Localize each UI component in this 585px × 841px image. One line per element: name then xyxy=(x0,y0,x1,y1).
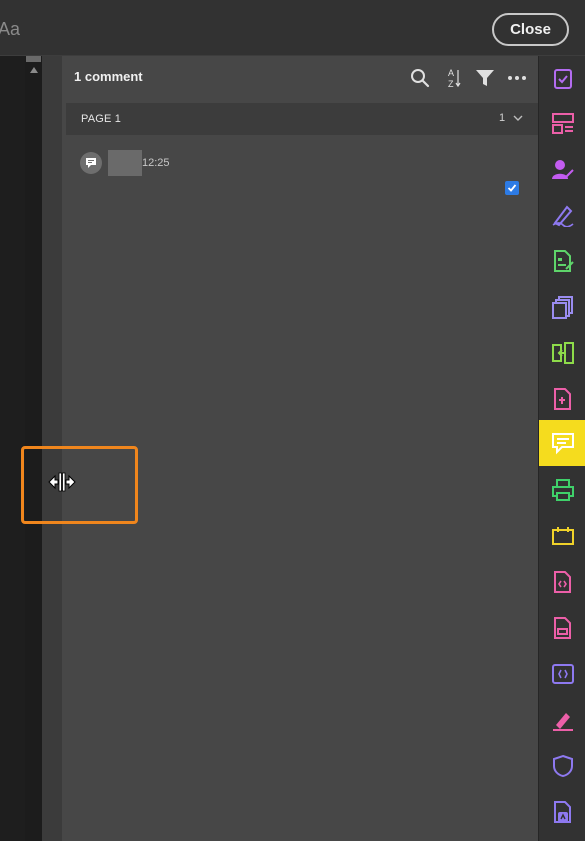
combine-files-icon[interactable] xyxy=(539,284,585,330)
resize-cursor-icon xyxy=(48,472,76,497)
comment-checkbox[interactable] xyxy=(505,181,519,195)
tools-rail xyxy=(538,56,585,841)
export-pdf-icon[interactable] xyxy=(539,559,585,605)
scan-ocr-icon[interactable] xyxy=(539,467,585,513)
more-tools-icon[interactable] xyxy=(539,789,585,835)
chevron-down-icon[interactable] xyxy=(512,111,524,129)
top-toolbar: Aa Close xyxy=(0,0,585,56)
svg-text:Z: Z xyxy=(448,79,454,89)
comment-count-title: 1 comment xyxy=(74,69,143,84)
prepare-form-icon[interactable] xyxy=(539,238,585,284)
edit-pdf-icon[interactable] xyxy=(539,56,585,102)
comment-note-icon xyxy=(80,152,102,174)
comment-author-redacted xyxy=(108,150,142,176)
page-group-label: PAGE 1 xyxy=(81,113,122,125)
page-group-count: 1 xyxy=(499,112,506,124)
compare-files-icon[interactable] xyxy=(539,330,585,376)
more-icon[interactable] xyxy=(505,66,529,90)
scrollbar-thumb[interactable] xyxy=(26,56,41,62)
comment-item[interactable]: 12:25 xyxy=(80,150,530,198)
comment-timestamp: 12:25 xyxy=(142,157,170,169)
fill-sign-icon[interactable] xyxy=(539,192,585,238)
svg-text:A: A xyxy=(448,68,454,78)
scroll-up-arrow-icon[interactable] xyxy=(30,67,38,73)
measure-icon[interactable] xyxy=(539,513,585,559)
javascript-icon[interactable] xyxy=(539,651,585,697)
close-button[interactable]: Close xyxy=(492,13,569,46)
search-icon[interactable] xyxy=(408,66,432,90)
redact-icon[interactable] xyxy=(539,605,585,651)
protect-icon[interactable] xyxy=(539,743,585,789)
page-group-header[interactable]: PAGE 1 1 xyxy=(66,103,538,135)
filter-icon[interactable] xyxy=(473,66,497,90)
highlight-callout xyxy=(21,446,138,524)
partial-text-tool-label[interactable]: Aa xyxy=(0,19,20,40)
request-signatures-icon[interactable] xyxy=(539,146,585,192)
sign-icon[interactable] xyxy=(539,697,585,743)
comment-icon[interactable] xyxy=(539,420,585,466)
create-pdf-icon[interactable] xyxy=(539,376,585,422)
sort-az-icon[interactable]: AZ xyxy=(441,66,465,90)
organize-pages-icon[interactable] xyxy=(539,100,585,146)
